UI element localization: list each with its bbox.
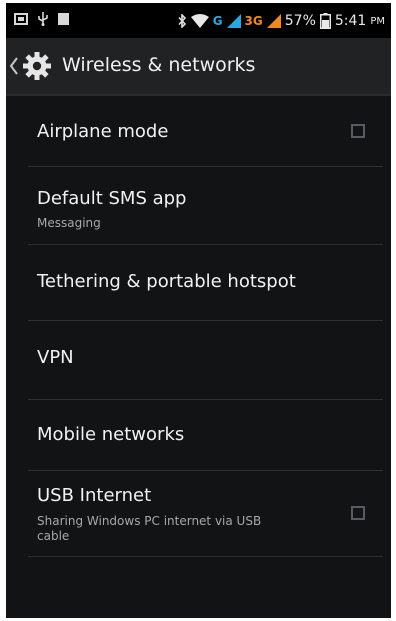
notification-square-icon <box>58 13 69 25</box>
usb-internet-checkbox[interactable] <box>351 506 365 520</box>
signal-icon-sim1 <box>226 14 241 28</box>
list-item-title: VPN <box>37 347 74 368</box>
list-item-subtitle: Sharing Windows PC internet via USB cabl… <box>37 514 262 543</box>
network-type-3g: 3G <box>244 14 263 28</box>
list-item-title: Tethering & portable hotspot <box>37 271 296 292</box>
list-item-tethering[interactable]: Tethering & portable hotspot <box>28 245 383 321</box>
list-item-title: Mobile networks <box>37 424 185 445</box>
airplane-mode-checkbox[interactable] <box>351 124 365 138</box>
bluetooth-icon <box>178 14 186 28</box>
battery-percent: 57% <box>284 13 316 29</box>
list-item-airplane-mode[interactable]: Airplane mode <box>28 96 383 167</box>
network-type-g: G <box>212 14 223 28</box>
image-notification-icon <box>14 13 28 25</box>
action-bar: Wireless & networks <box>6 38 391 96</box>
status-bar: G 3G 57% 5:41 PM <box>6 3 391 38</box>
list-item-title: Airplane mode <box>37 121 169 142</box>
signal-icon-sim2 <box>266 14 281 28</box>
chevron-left-icon[interactable] <box>9 55 19 77</box>
usb-icon <box>38 12 48 26</box>
page-title: Wireless & networks <box>62 54 256 76</box>
clock-ampm: PM <box>370 15 385 27</box>
clock-time: 5:41 <box>334 13 367 29</box>
list-item-title: USB Internet <box>37 485 152 506</box>
settings-screen: G 3G 57% 5:41 PM Wireless & networks Air… <box>6 3 391 618</box>
list-item-default-sms-app[interactable]: Default SMS app Messaging <box>28 167 383 245</box>
battery-icon <box>319 13 331 29</box>
list-item-title: Default SMS app <box>37 188 187 209</box>
list-item-vpn[interactable]: VPN <box>28 321 383 400</box>
list-item-usb-internet[interactable]: USB Internet Sharing Windows PC internet… <box>28 471 383 557</box>
list-item-subtitle: Messaging <box>37 216 101 230</box>
wifi-icon <box>190 14 209 28</box>
settings-gear-icon[interactable] <box>20 51 54 81</box>
list-item-mobile-networks[interactable]: Mobile networks <box>28 400 383 471</box>
